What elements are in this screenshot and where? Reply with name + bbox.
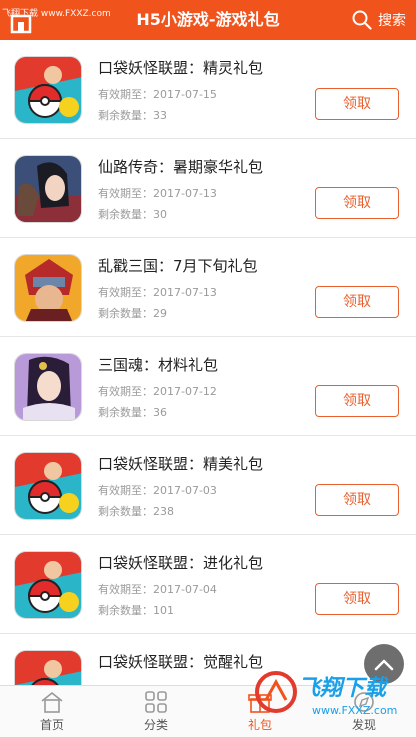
gift-item[interactable]: 口袋妖怪联盟：精灵礼包 有效期至：2017-07-15 剩余数量：33 领取	[0, 40, 416, 139]
gift-list: 口袋妖怪联盟：精灵礼包 有效期至：2017-07-15 剩余数量：33 领取 仙…	[0, 40, 416, 733]
gift-remaining: 剩余数量：101	[98, 604, 174, 617]
search-button[interactable]: 搜索	[352, 9, 406, 31]
nav-item-home[interactable]: 首页	[0, 686, 104, 737]
nav-item-category[interactable]: 分类	[104, 686, 208, 737]
corner-watermark: 飞翔下载 www.FXXZ.com	[252, 660, 416, 737]
gift-remaining: 剩余数量：238	[98, 505, 174, 518]
claim-button[interactable]: 领取	[315, 484, 399, 516]
gift-name: 三国魂：材料礼包	[98, 356, 219, 374]
gift-item[interactable]: 口袋妖怪联盟：进化礼包 有效期至：2017-07-04 剩余数量：101 领取	[0, 535, 416, 634]
pokemon-game-icon	[14, 551, 82, 619]
gift-item[interactable]: 仙路传奇：暑期豪华礼包 有效期至：2017-07-13 剩余数量：30 领取	[0, 139, 416, 238]
sanguo-warrior-icon	[14, 254, 82, 322]
gift-name: 口袋妖怪联盟：精灵礼包	[98, 59, 264, 77]
gift-expiry: 有效期至：2017-07-13	[98, 187, 217, 200]
gift-name: 口袋妖怪联盟：觉醒礼包	[98, 653, 264, 671]
grid-icon	[145, 691, 167, 713]
watermark-url: www.FXXZ.com	[312, 704, 398, 717]
claim-button[interactable]: 领取	[315, 385, 399, 417]
top-bar: 飞翔下载 www.FXXZ.com H5小游戏-游戏礼包 搜索	[0, 0, 416, 40]
gift-expiry: 有效期至：2017-07-03	[98, 484, 217, 497]
claim-button[interactable]: 领取	[315, 286, 399, 318]
nav-label: 首页	[39, 718, 64, 732]
watermark-text: 飞翔下载	[298, 676, 387, 701]
watermark-logo-icon	[255, 671, 297, 713]
claim-button[interactable]: 领取	[315, 187, 399, 219]
gift-expiry: 有效期至：2017-07-12	[98, 385, 217, 398]
gift-name: 口袋妖怪联盟：进化礼包	[98, 554, 264, 572]
xianlu-game-icon	[14, 155, 82, 223]
search-icon	[352, 10, 372, 30]
gift-item[interactable]: 口袋妖怪联盟：精美礼包 有效期至：2017-07-03 剩余数量：238 领取	[0, 436, 416, 535]
claim-button[interactable]: 领取	[315, 583, 399, 615]
gift-remaining: 剩余数量：33	[98, 109, 167, 122]
gift-expiry: 有效期至：2017-07-15	[98, 88, 217, 101]
search-label: 搜索	[378, 13, 406, 29]
pokemon-game-icon	[14, 452, 82, 520]
gift-expiry: 有效期至：2017-07-13	[98, 286, 217, 299]
pokemon-game-icon	[14, 56, 82, 124]
gift-item[interactable]: 乱戳三国：7月下旬礼包 有效期至：2017-07-13 剩余数量：29 领取	[0, 238, 416, 337]
gift-expiry: 有效期至：2017-07-04	[98, 583, 217, 596]
gift-item[interactable]: 三国魂：材料礼包 有效期至：2017-07-12 剩余数量：36 领取	[0, 337, 416, 436]
gift-name: 仙路传奇：暑期豪华礼包	[98, 158, 264, 176]
gift-remaining: 剩余数量：30	[98, 208, 167, 221]
nav-label: 分类	[143, 718, 168, 732]
gift-remaining: 剩余数量：36	[98, 406, 167, 419]
gift-name: 乱戳三国：7月下旬礼包	[98, 257, 258, 275]
sanguohun-game-icon	[14, 353, 82, 421]
home-icon	[41, 691, 63, 713]
gift-name: 口袋妖怪联盟：精美礼包	[98, 455, 264, 473]
claim-button[interactable]: 领取	[315, 88, 399, 120]
gift-remaining: 剩余数量：29	[98, 307, 167, 320]
